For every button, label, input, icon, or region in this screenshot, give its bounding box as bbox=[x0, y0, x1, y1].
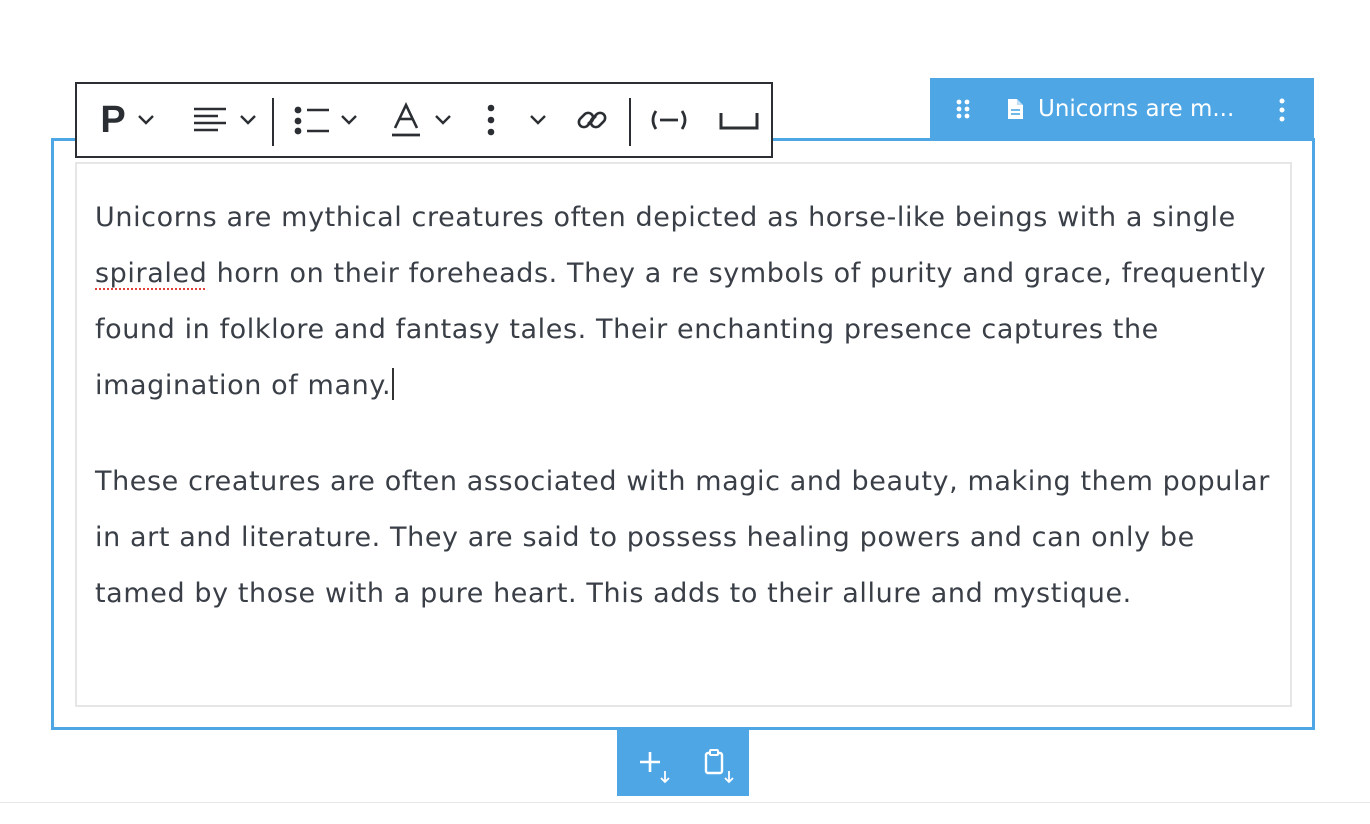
block-label-title[interactable]: Unicorns are m... bbox=[1038, 78, 1238, 140]
chevron-down-icon bbox=[530, 115, 546, 125]
more-options-button[interactable] bbox=[477, 84, 557, 156]
link-icon bbox=[577, 111, 607, 129]
document-icon bbox=[1008, 99, 1023, 119]
text-align-button[interactable] bbox=[185, 84, 265, 156]
toolbar-divider bbox=[272, 98, 274, 146]
list-button[interactable] bbox=[285, 84, 367, 156]
chevron-down-icon bbox=[341, 115, 357, 125]
chevron-down-icon bbox=[240, 115, 256, 125]
block-label-bar: Unicorns are m... bbox=[930, 78, 1314, 140]
align-left-icon bbox=[194, 107, 226, 132]
paragraph-1-text-end: horn on their foreheads. They a re symbo… bbox=[95, 258, 1267, 401]
nonbreaking-hyphen-button[interactable] bbox=[643, 84, 695, 156]
add-below-icon[interactable] bbox=[639, 750, 673, 784]
paste-below-icon[interactable] bbox=[703, 748, 739, 784]
paragraph-format-label: P bbox=[100, 98, 126, 141]
chevron-down-icon bbox=[435, 115, 451, 125]
bulleted-list-icon bbox=[294, 106, 329, 135]
insert-below-bar bbox=[617, 730, 749, 796]
vertical-ellipsis-icon[interactable] bbox=[1278, 98, 1286, 122]
paragraph-1[interactable]: Unicorns are mythical creatures often de… bbox=[95, 190, 1285, 414]
misspelled-word[interactable]: spiraled bbox=[95, 258, 207, 289]
drag-handle-icon[interactable] bbox=[955, 98, 971, 120]
text-color-button[interactable] bbox=[383, 84, 461, 156]
page-bottom-divider bbox=[0, 802, 1370, 803]
paragraph-1-text-start: Unicorns are mythical creatures often de… bbox=[95, 202, 1236, 233]
vertical-ellipsis-icon bbox=[487, 104, 495, 136]
formatting-toolbar: P bbox=[75, 82, 773, 158]
chevron-down-icon bbox=[137, 115, 154, 125]
nonbreaking-space-button[interactable] bbox=[713, 84, 765, 156]
nonbreaking-hyphen-icon bbox=[651, 110, 687, 130]
paragraph-2[interactable]: These creatures are often associated wit… bbox=[95, 454, 1285, 622]
paragraph-format-button[interactable]: P bbox=[93, 84, 163, 156]
text-color-icon bbox=[392, 102, 420, 137]
nonbreaking-space-icon bbox=[719, 113, 759, 130]
toolbar-divider bbox=[629, 98, 631, 146]
text-caret bbox=[392, 368, 395, 400]
link-button[interactable] bbox=[569, 84, 615, 156]
